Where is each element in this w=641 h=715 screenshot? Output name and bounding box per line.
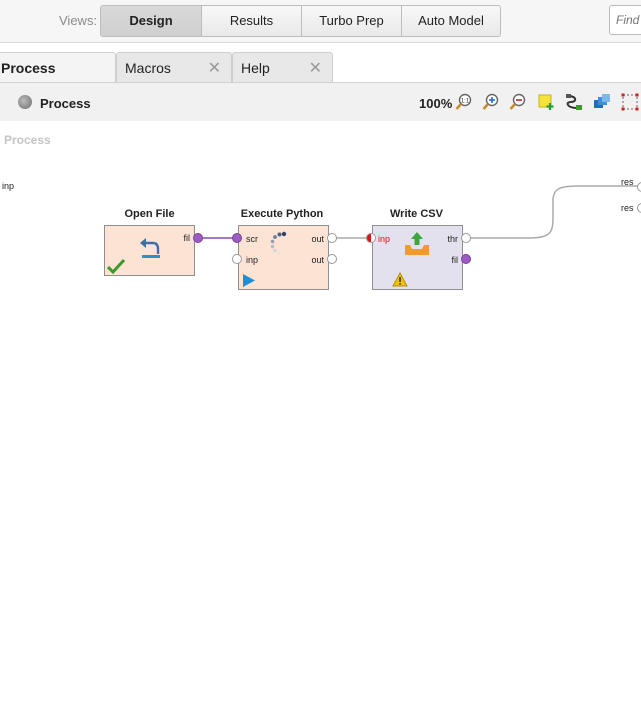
connection-writecsv-result[interactable]	[469, 185, 641, 239]
execute-python-input-port-inp[interactable]	[232, 254, 242, 264]
close-icon[interactable]: ✕	[208, 58, 221, 78]
port-label-out-2: out	[311, 255, 324, 265]
result-port-dot-1[interactable]	[637, 182, 641, 192]
select-area-icon[interactable]	[621, 93, 639, 111]
port-label-scr: scr	[246, 234, 258, 244]
execute-python-output-port-out-2[interactable]	[327, 254, 337, 264]
svg-text:1:1: 1:1	[461, 99, 470, 105]
process-toolbar: Process 100% 1:1	[0, 82, 641, 122]
operator-title-write-csv: Write CSV	[390, 208, 443, 220]
zoom-out-icon[interactable]	[509, 93, 527, 111]
process-icon	[18, 95, 32, 109]
tab-help[interactable]: Help ✕	[232, 52, 333, 82]
zoom-fit-icon[interactable]: 1:1	[455, 93, 473, 111]
views-switcher: Design Results Turbo Prep Auto Model	[100, 5, 501, 37]
python-loading-icon	[270, 231, 287, 255]
views-bar: Views: Design Results Turbo Prep Auto Mo…	[0, 0, 641, 43]
tab-process[interactable]: Process	[0, 52, 116, 82]
breadcrumb-process[interactable]: Process	[40, 96, 91, 111]
process-result-port-2[interactable]: res	[621, 203, 634, 213]
process-result-port-1[interactable]: res	[621, 177, 634, 187]
operator-title-execute-python: Execute Python	[240, 208, 324, 220]
add-note-icon[interactable]	[538, 93, 556, 111]
view-auto-model-button[interactable]: Auto Model	[402, 6, 500, 36]
write-csv-input-port-inp[interactable]	[366, 233, 376, 243]
tab-process-label: Process	[1, 60, 56, 76]
port-label-inp: inp	[378, 234, 391, 244]
find-input[interactable]	[614, 12, 641, 28]
run-play-icon	[243, 274, 255, 287]
execute-python-output-port-out-1[interactable]	[327, 233, 337, 243]
port-label-out-1: out	[311, 234, 324, 244]
process-canvas[interactable]: Process inp res res Open File fil Execut…	[0, 121, 641, 715]
operator-execute-python[interactable]: scr inp out out	[238, 225, 329, 290]
views-label: Views:	[59, 13, 98, 28]
find-box	[609, 5, 641, 35]
operator-write-csv[interactable]: inp thr fil	[372, 225, 463, 290]
editor-tabs: Process Macros ✕ Help ✕	[0, 52, 641, 82]
write-csv-icon	[405, 232, 429, 255]
result-port-dot-2[interactable]	[637, 203, 641, 213]
view-turbo-prep-button[interactable]: Turbo Prep	[302, 6, 402, 36]
write-csv-output-port-thr[interactable]	[461, 233, 471, 243]
open-file-icon	[140, 238, 160, 258]
open-file-output-port-fil[interactable]	[193, 233, 203, 243]
tab-macros-label: Macros	[125, 60, 171, 76]
tab-help-label: Help	[241, 60, 270, 76]
view-design-button[interactable]: Design	[101, 6, 202, 36]
view-results-button[interactable]: Results	[202, 6, 302, 36]
warning-icon	[392, 272, 408, 287]
operator-open-file[interactable]: fil	[104, 225, 195, 276]
zoom-level: 100%	[419, 96, 453, 111]
operator-title-open-file: Open File	[124, 208, 175, 220]
write-csv-output-port-fil[interactable]	[461, 254, 471, 264]
port-label-thr: thr	[447, 234, 458, 244]
tab-macros[interactable]: Macros ✕	[116, 52, 232, 82]
checkmark-icon	[107, 258, 125, 274]
port-label-inp: inp	[246, 255, 259, 265]
auto-wire-icon[interactable]	[565, 93, 583, 111]
execute-python-input-port-scr[interactable]	[232, 233, 242, 243]
process-input-port[interactable]: inp	[2, 181, 14, 191]
arrange-icon[interactable]	[593, 93, 611, 111]
port-label-fil: fil	[451, 255, 459, 265]
zoom-in-icon[interactable]	[482, 93, 500, 111]
close-icon[interactable]: ✕	[309, 58, 322, 78]
port-label-fil: fil	[183, 233, 191, 243]
